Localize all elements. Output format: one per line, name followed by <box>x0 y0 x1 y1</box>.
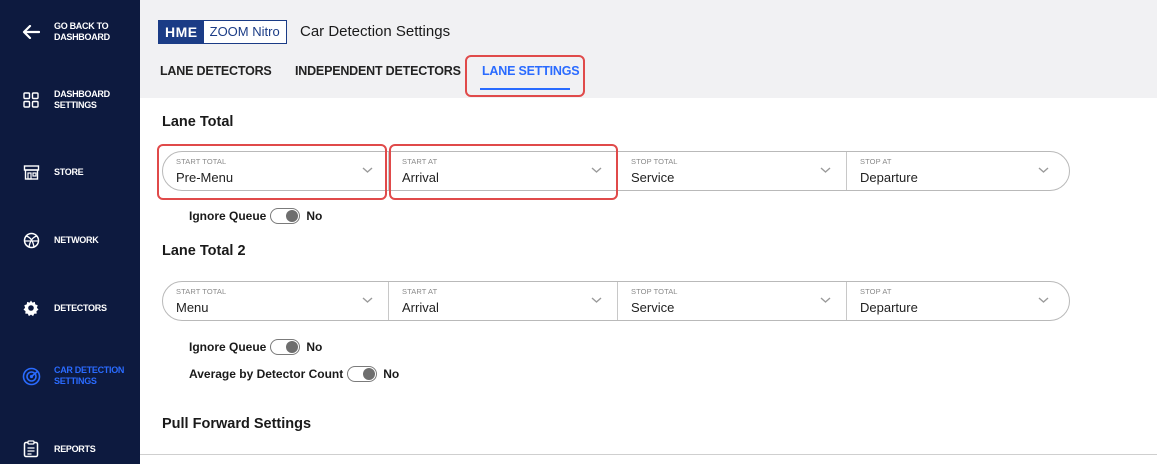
average-by-detector-row: Average by Detector Count No <box>189 366 399 382</box>
toggle-knob <box>363 368 376 380</box>
highlight-start-total <box>157 144 387 200</box>
select-label: START AT <box>402 287 438 296</box>
hme-logo: HME ZOOM Nitro <box>158 20 287 44</box>
stop-total-select[interactable]: STOP TOTAL Service <box>617 152 846 190</box>
section-title-lane-total-2: Lane Total 2 <box>162 243 246 259</box>
divider <box>140 454 1157 455</box>
page-title: Car Detection Settings <box>300 23 451 40</box>
ignore-queue-row-2: Ignore Queue No <box>189 339 322 355</box>
chevron-down-icon <box>1038 167 1049 173</box>
gear-icon <box>20 297 42 319</box>
select-label: START TOTAL <box>176 287 227 296</box>
lane-total-2-select-group: START TOTAL Menu START AT Arrival STOP T… <box>162 281 1070 321</box>
toggle-label: Ignore Queue <box>189 209 267 223</box>
grid-icon <box>20 89 42 111</box>
select-label: STOP AT <box>860 287 892 296</box>
select-label: STOP TOTAL <box>631 287 678 296</box>
chevron-down-icon <box>1038 297 1049 303</box>
select-label: STOP AT <box>860 157 892 166</box>
sidebar-item-dashboard-settings[interactable]: DASHBOARD SETTINGS <box>0 75 140 125</box>
toggle-value: No <box>306 209 323 223</box>
page-header: HME ZOOM Nitro Car Detection Settings LA… <box>140 0 1157 98</box>
select-value: Service <box>631 170 675 185</box>
stop-at-select[interactable]: STOP AT Departure <box>846 282 1069 320</box>
radar-icon <box>20 365 42 387</box>
select-value: Departure <box>860 300 918 315</box>
sidebar-item-go-back[interactable]: GO BACK TO DASHBOARD <box>0 7 140 57</box>
select-label: STOP TOTAL <box>631 157 678 166</box>
sidebar-item-label: DETECTORS <box>54 302 107 313</box>
select-value: Menu <box>176 300 209 315</box>
ignore-queue-row: Ignore Queue No <box>189 208 322 224</box>
select-value: Arrival <box>402 300 439 315</box>
highlight-start-at <box>389 144 618 200</box>
toggle-label: Ignore Queue <box>189 340 267 354</box>
store-icon <box>20 161 42 183</box>
sidebar-item-network[interactable]: NETWORK <box>0 215 140 265</box>
toggle-value: No <box>383 367 400 381</box>
start-total-select[interactable]: START TOTAL Menu <box>163 282 388 320</box>
chevron-down-icon <box>362 297 373 303</box>
sidebar: GO BACK TO DASHBOARD DASHBOARD SETTINGS … <box>0 0 140 464</box>
highlight-lane-settings-tab <box>465 55 585 97</box>
sidebar-item-car-detection-settings[interactable]: CAR DETECTION SETTINGS <box>0 351 140 401</box>
tab-independent-detectors[interactable]: INDEPENDENT DETECTORS <box>295 62 461 80</box>
chevron-down-icon <box>820 167 831 173</box>
logo-brand: HME <box>159 21 204 43</box>
sidebar-item-reports[interactable]: REPORTS <box>0 424 140 464</box>
average-by-detector-toggle[interactable] <box>347 366 378 382</box>
chevron-down-icon <box>591 297 602 303</box>
section-title-pull-forward: Pull Forward Settings <box>162 416 312 432</box>
select-value: Departure <box>860 170 918 185</box>
sidebar-item-label: GO BACK TO DASHBOARD <box>54 21 110 42</box>
arrow-left-icon <box>20 21 42 43</box>
sidebar-item-store[interactable]: STORE <box>0 147 140 197</box>
sidebar-item-label: NETWORK <box>54 234 99 245</box>
ignore-queue-toggle[interactable] <box>270 339 301 355</box>
section-title-lane-total: Lane Total <box>162 114 234 130</box>
sidebar-item-label: REPORTS <box>54 443 96 454</box>
globe-icon <box>20 229 42 251</box>
select-value: Service <box>631 300 675 315</box>
tab-lane-detectors[interactable]: LANE DETECTORS <box>160 62 272 80</box>
stop-total-select[interactable]: STOP TOTAL Service <box>617 282 846 320</box>
ignore-queue-toggle[interactable] <box>270 208 301 224</box>
toggle-knob <box>286 341 299 353</box>
stop-at-select[interactable]: STOP AT Departure <box>846 152 1069 190</box>
logo-product: ZOOM Nitro <box>203 21 286 43</box>
clipboard-icon <box>20 438 42 460</box>
sidebar-item-detectors[interactable]: DETECTORS <box>0 283 140 333</box>
sidebar-item-label: DASHBOARD SETTINGS <box>54 89 110 110</box>
start-at-select[interactable]: START AT Arrival <box>388 282 617 320</box>
sidebar-item-label: CAR DETECTION SETTINGS <box>54 365 125 386</box>
toggle-value: No <box>306 340 323 354</box>
sidebar-item-label: STORE <box>54 166 84 177</box>
chevron-down-icon <box>820 297 831 303</box>
toggle-knob <box>286 210 299 222</box>
toggle-label: Average by Detector Count <box>189 367 344 381</box>
